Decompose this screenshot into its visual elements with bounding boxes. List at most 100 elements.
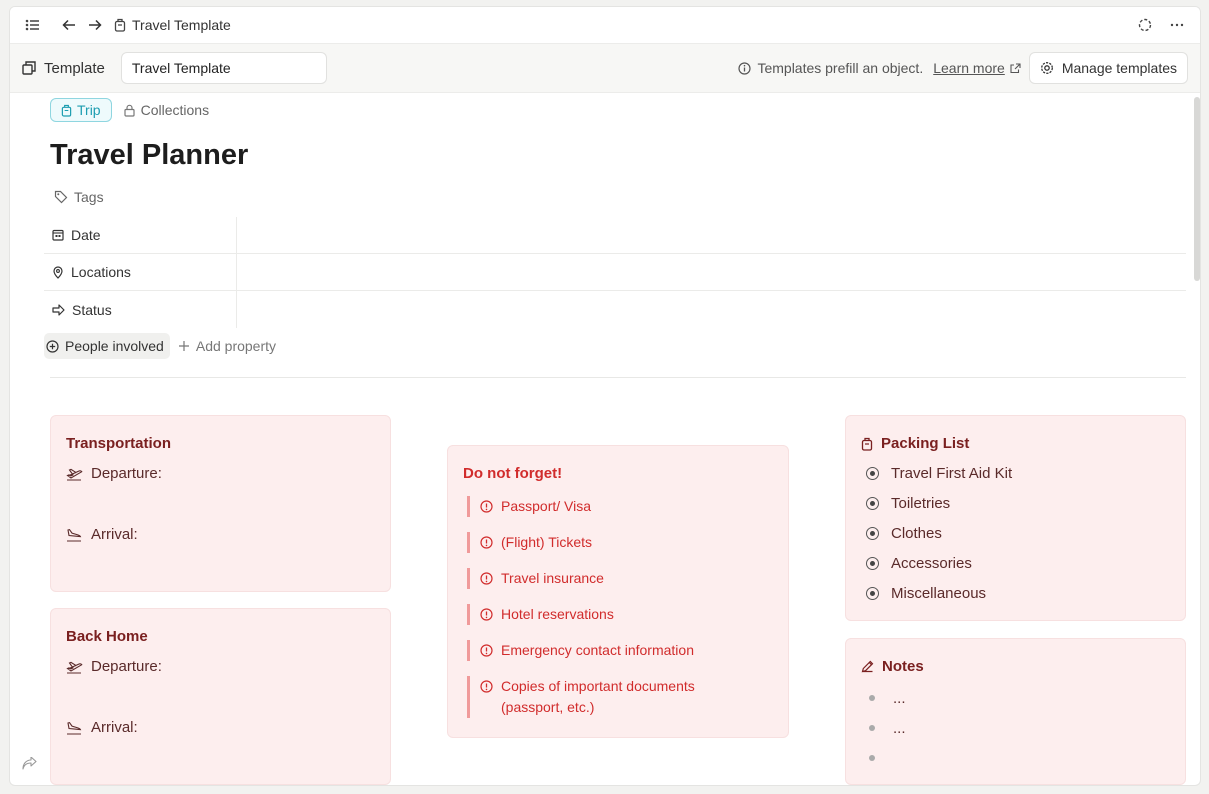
- property-row-date: Date: [44, 217, 1186, 254]
- gear-icon: [1040, 62, 1053, 74]
- packing-item[interactable]: Accessories: [866, 548, 1012, 578]
- window-title: Travel Template: [114, 17, 231, 33]
- note-text[interactable]: ...: [893, 690, 906, 707]
- add-property-button[interactable]: Add property: [178, 338, 276, 354]
- back-home-arrival[interactable]: Arrival:: [66, 719, 138, 736]
- reminder-item[interactable]: (Flight) Tickets: [467, 532, 767, 553]
- luggage-icon: [61, 104, 72, 117]
- window-title-text: Travel Template: [132, 17, 231, 33]
- packing-item[interactable]: Toiletries: [866, 488, 1012, 518]
- property-key-status[interactable]: Status: [44, 291, 237, 328]
- learn-more-link[interactable]: Learn more: [933, 60, 1021, 76]
- back-home-card[interactable]: Back Home Departure: Arrival:: [50, 608, 391, 785]
- transportation-card[interactable]: Transportation Departure: Arrival:: [50, 415, 391, 592]
- map-pin-icon: [53, 265, 63, 279]
- reminder-text: Passport/ Visa: [501, 498, 592, 514]
- do-not-forget-card[interactable]: Do not forget! Passport/ Visa (Flight) T…: [447, 445, 789, 738]
- note-text[interactable]: ...: [893, 720, 906, 737]
- arrival-label: Arrival:: [91, 719, 138, 736]
- people-involved-label[interactable]: People involved: [65, 338, 164, 354]
- radio-icon[interactable]: [866, 586, 879, 600]
- packing-item[interactable]: Miscellaneous: [866, 578, 1012, 608]
- top-bar: Travel Template: [10, 7, 1200, 43]
- departure-label: Departure:: [91, 658, 162, 675]
- packing-item[interactable]: Travel First Aid Kit: [866, 458, 1012, 488]
- packing-item-text: Travel First Aid Kit: [891, 464, 1013, 482]
- type-pill-trip[interactable]: Trip: [50, 98, 112, 122]
- packing-item[interactable]: Clothes: [866, 518, 1012, 548]
- tags-label[interactable]: Tags: [74, 189, 104, 205]
- plane-arrival-icon: [67, 528, 82, 542]
- tag-icon: [54, 190, 68, 204]
- back-home-departure[interactable]: Departure:: [66, 658, 162, 675]
- alert-circle-icon: [480, 608, 493, 621]
- type-pill-label[interactable]: Trip: [77, 102, 101, 118]
- property-key-label[interactable]: Locations: [71, 264, 131, 280]
- add-property-label[interactable]: Add property: [196, 338, 276, 354]
- manage-templates-label[interactable]: Manage templates: [1062, 60, 1177, 76]
- tags-field[interactable]: Tags: [54, 189, 104, 205]
- collections-link[interactable]: Collections: [123, 102, 209, 118]
- template-info-text: Templates prefill an object.: [757, 60, 924, 76]
- template-label-text: Template: [44, 59, 105, 77]
- property-key-label[interactable]: Status: [72, 302, 112, 318]
- reminder-text: Travel insurance: [501, 570, 604, 586]
- manage-templates-button[interactable]: Manage templates: [1028, 52, 1188, 84]
- packing-list-title: Packing List: [861, 435, 969, 452]
- sidebar-toggle-icon[interactable]: [20, 12, 46, 38]
- property-value-date[interactable]: [237, 217, 1186, 253]
- alert-circle-icon: [480, 680, 493, 693]
- packing-list-title-text: Packing List: [881, 435, 970, 452]
- packing-item-text: Miscellaneous: [891, 584, 987, 602]
- radio-icon[interactable]: [866, 556, 879, 570]
- reminder-text: Copies of important documents (passport,…: [501, 678, 695, 715]
- forward-arrow-icon[interactable]: [82, 12, 108, 38]
- more-options-icon[interactable]: [1164, 12, 1190, 38]
- notes-card[interactable]: Notes ... ...: [845, 638, 1186, 785]
- property-value-locations[interactable]: [237, 254, 1186, 290]
- reminder-text: (Flight) Tickets: [501, 534, 593, 550]
- reminder-item[interactable]: Hotel reservations: [467, 604, 767, 625]
- packing-item-text: Accessories: [891, 554, 972, 572]
- packing-list: Travel First Aid Kit Toiletries Clothes …: [866, 458, 1012, 608]
- reminder-item[interactable]: Travel insurance: [467, 568, 767, 589]
- back-arrow-icon[interactable]: [56, 12, 82, 38]
- template-name-input[interactable]: [120, 52, 327, 84]
- divider: [50, 377, 1186, 378]
- packing-list-card[interactable]: Packing List Travel First Aid Kit Toilet…: [845, 415, 1186, 621]
- page-content: Trip Collections Travel Planner Tags Dat…: [10, 93, 1200, 785]
- transportation-arrival[interactable]: Arrival:: [66, 526, 138, 543]
- share-icon[interactable]: [22, 756, 37, 775]
- plane-departure-icon: [66, 468, 83, 481]
- property-value-status[interactable]: [237, 291, 1186, 328]
- scrollbar[interactable]: [1194, 97, 1200, 281]
- external-link-icon: [1010, 62, 1021, 73]
- plus-circle-icon: [46, 339, 59, 353]
- property-row-status: Status: [44, 291, 1186, 328]
- property-key-date[interactable]: Date: [44, 217, 237, 253]
- learn-more-text[interactable]: Learn more: [933, 60, 1005, 76]
- transportation-departure[interactable]: Departure:: [66, 465, 162, 482]
- plane-arrival-icon: [67, 721, 82, 735]
- note-item[interactable]: ...: [869, 683, 906, 713]
- sync-icon[interactable]: [1132, 12, 1158, 38]
- radio-icon[interactable]: [866, 496, 879, 510]
- note-item[interactable]: ...: [869, 713, 906, 743]
- radio-icon[interactable]: [866, 466, 879, 480]
- collections-label[interactable]: Collections: [141, 102, 209, 118]
- arrival-label: Arrival:: [91, 526, 138, 543]
- pencil-icon: [861, 660, 874, 673]
- property-key-label[interactable]: Date: [71, 227, 101, 243]
- reminder-item[interactable]: Emergency contact information: [467, 640, 767, 661]
- note-item[interactable]: [869, 743, 906, 773]
- reminder-item[interactable]: Passport/ Visa: [467, 496, 767, 517]
- reminder-item[interactable]: Copies of important documents (passport,…: [467, 676, 727, 718]
- bullet-icon: [869, 725, 875, 731]
- page-title[interactable]: Travel Planner: [50, 139, 248, 172]
- property-key-locations[interactable]: Locations: [44, 254, 237, 290]
- radio-icon[interactable]: [866, 526, 879, 540]
- template-info: Templates prefill an object. Learn more: [738, 60, 1021, 76]
- plane-departure-icon: [66, 661, 83, 674]
- luggage-icon: [114, 18, 126, 32]
- people-involved-property[interactable]: People involved: [44, 333, 170, 359]
